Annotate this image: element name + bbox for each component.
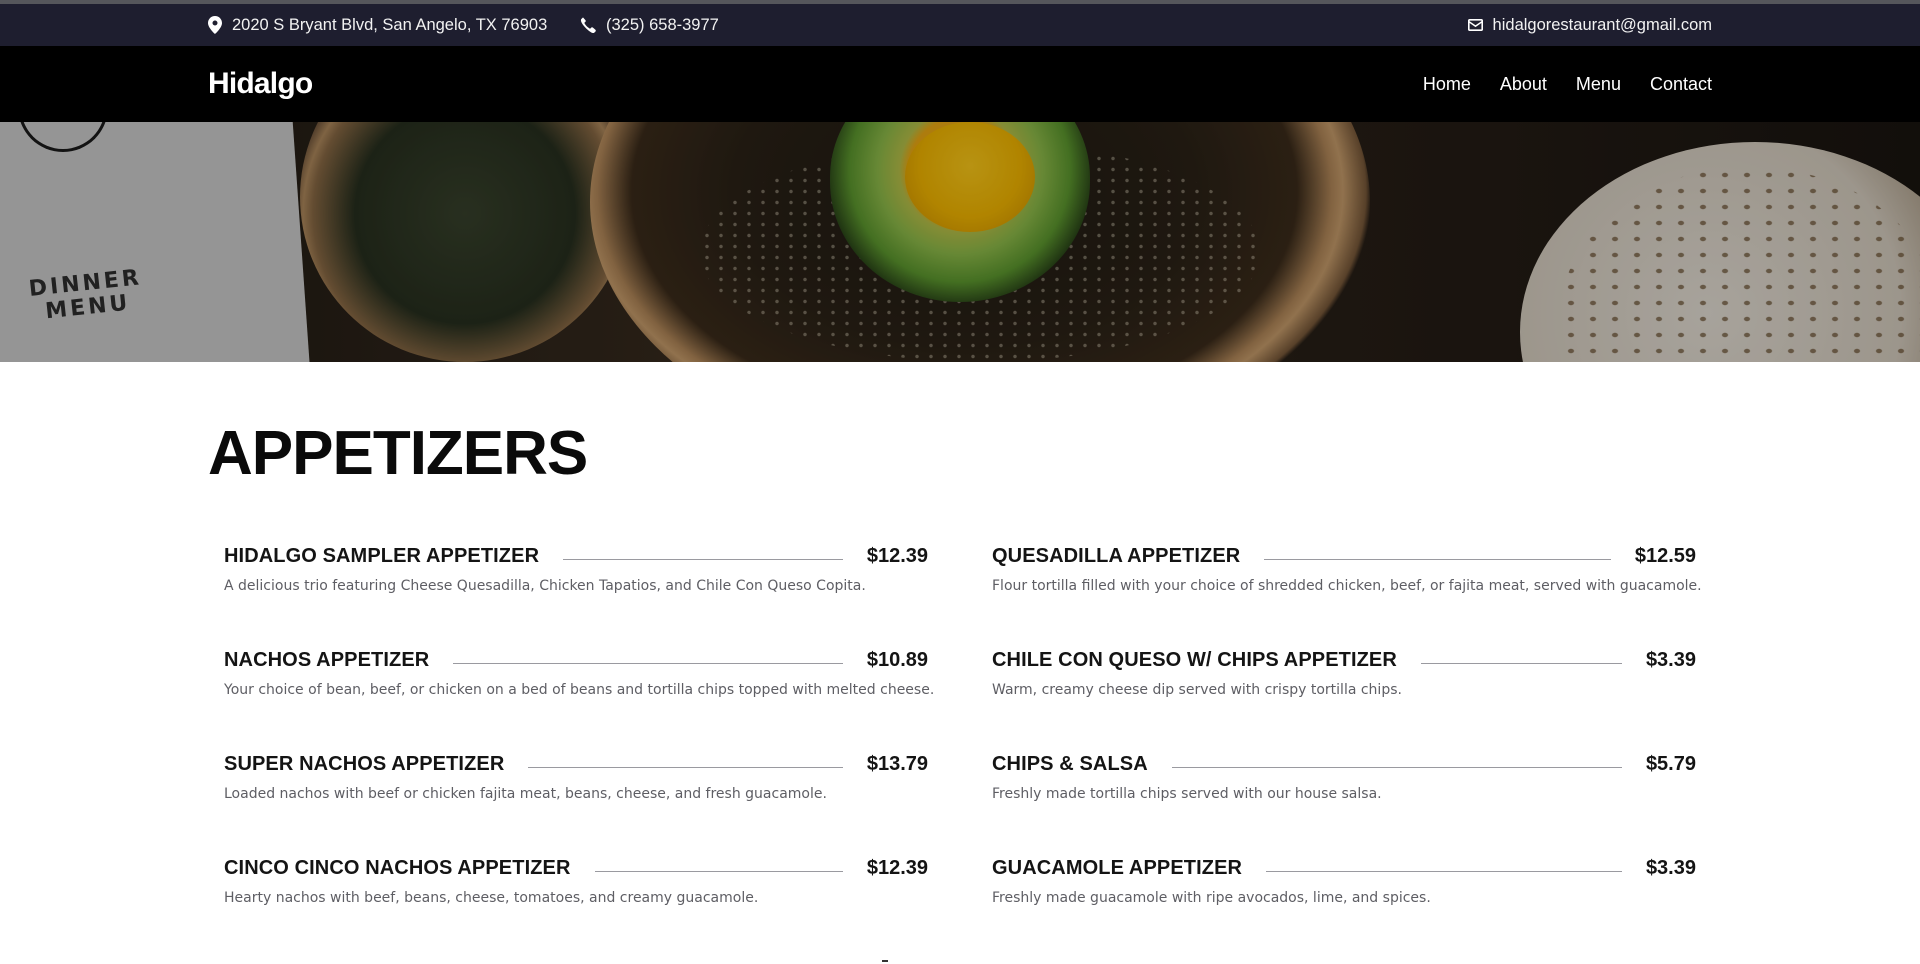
phone-icon — [580, 17, 596, 33]
menu-item-name: SUPER NACHOS APPETIZER — [224, 752, 505, 775]
menu-item-divider — [528, 766, 843, 768]
menu-item: QUESADILLA APPETIZER $12.59 Flour tortill… — [992, 541, 1702, 595]
menu-item-description: Freshly made guacamole with ripe avocado… — [992, 890, 1431, 906]
menu-item-divider — [1264, 558, 1611, 560]
menu-item-price: $13.79 — [866, 752, 928, 775]
nav-link-menu[interactable]: Menu — [1576, 74, 1621, 95]
nav-links: Home About Menu Contact — [1423, 46, 1712, 122]
menu-item-divider — [453, 662, 843, 664]
menu-item: CHILE CON QUESO W/ CHIPS APPETIZER $3.39 … — [992, 645, 1696, 699]
address-text: 2020 S Bryant Blvd, San Angelo, TX 76903 — [232, 15, 548, 34]
menu-item-description: Freshly made tortilla chips served with … — [992, 786, 1382, 802]
phone-info[interactable]: (325) 658-3977 — [580, 4, 719, 46]
menu-item-name: GUACAMOLE APPETIZER — [992, 856, 1243, 879]
section-title: APPETIZERS — [208, 419, 588, 488]
mail-icon — [1467, 19, 1483, 31]
menu-item-name: CHIPS & SALSA — [992, 752, 1148, 775]
menu-item-divider — [1420, 662, 1622, 664]
menu-item-name: CINCO CINCO NACHOS APPETIZER — [224, 856, 571, 879]
menu-item-description: Hearty nachos with beef, beans, cheese, … — [224, 890, 759, 906]
menu-item-description: Loaded nachos with beef or chicken fajit… — [224, 786, 827, 802]
menu-item-name: NACHOS APPETIZER — [224, 648, 430, 671]
menu-item-price: $12.59 — [1634, 544, 1696, 567]
menu-item-description: Your choice of bean, beef, or chicken on… — [224, 682, 935, 698]
menu-item-name: HIDALGO SAMPLER APPETIZER — [224, 544, 540, 567]
main-navbar: Hidalgo Home About Menu Contact — [0, 46, 1920, 122]
contact-topbar: 2020 S Bryant Blvd, San Angelo, TX 76903… — [0, 4, 1920, 46]
menu-item-description: Warm, creamy cheese dip served with cris… — [992, 682, 1402, 698]
menu-item-description: Flour tortilla filled with your choice o… — [992, 578, 1702, 594]
menu-item-price: $12.39 — [866, 856, 928, 879]
menu-item-description: A delicious trio featuring Cheese Quesad… — [224, 578, 866, 594]
menu-item: GUACAMOLE APPETIZER $3.39 Freshly made gu… — [992, 853, 1696, 907]
email-text[interactable]: hidalgorestaurant@gmail.com — [1493, 16, 1712, 35]
nav-link-contact[interactable]: Contact — [1650, 74, 1712, 95]
menu-item-name: QUESADILLA APPETIZER — [992, 544, 1241, 567]
phone-text[interactable]: (325) 658-3977 — [606, 16, 719, 35]
address-info: 2020 S Bryant Blvd, San Angelo, TX 76903 — [208, 4, 547, 46]
site-logo[interactable]: Hidalgo — [208, 46, 313, 122]
menu-item-divider — [563, 558, 843, 560]
hero-dark-overlay — [0, 122, 1920, 362]
menu-item-price: $5.79 — [1645, 752, 1696, 775]
menu-item-divider — [594, 870, 843, 872]
menu-item-divider — [1171, 766, 1622, 768]
menu-item-price: $3.39 — [1645, 648, 1696, 671]
nav-link-about[interactable]: About — [1500, 74, 1547, 95]
nav-link-home[interactable]: Home — [1423, 74, 1471, 95]
menu-item-divider — [1266, 870, 1622, 872]
menu-item-price: $10.89 — [866, 648, 928, 671]
menu-item: HIDALGO SAMPLER APPETIZER $12.39 A delici… — [224, 541, 928, 595]
menu-item: CHIPS & SALSA $5.79 Freshly made tortilla… — [992, 749, 1696, 803]
next-row-peek — [882, 960, 888, 962]
menu-item: SUPER NACHOS APPETIZER $13.79 Loaded nach… — [224, 749, 928, 803]
menu-item-name: CHILE CON QUESO W/ CHIPS APPETIZER — [992, 648, 1397, 671]
hero-banner-image: DINNER MENU — [0, 122, 1920, 362]
menu-item: NACHOS APPETIZER $10.89 Your choice of be… — [224, 645, 935, 699]
email-info[interactable]: hidalgorestaurant@gmail.com — [1467, 4, 1712, 46]
menu-item-price: $3.39 — [1645, 856, 1696, 879]
location-pin-icon — [208, 16, 222, 34]
menu-item-price: $12.39 — [866, 544, 928, 567]
menu-item: CINCO CINCO NACHOS APPETIZER $12.39 Heart… — [224, 853, 928, 907]
